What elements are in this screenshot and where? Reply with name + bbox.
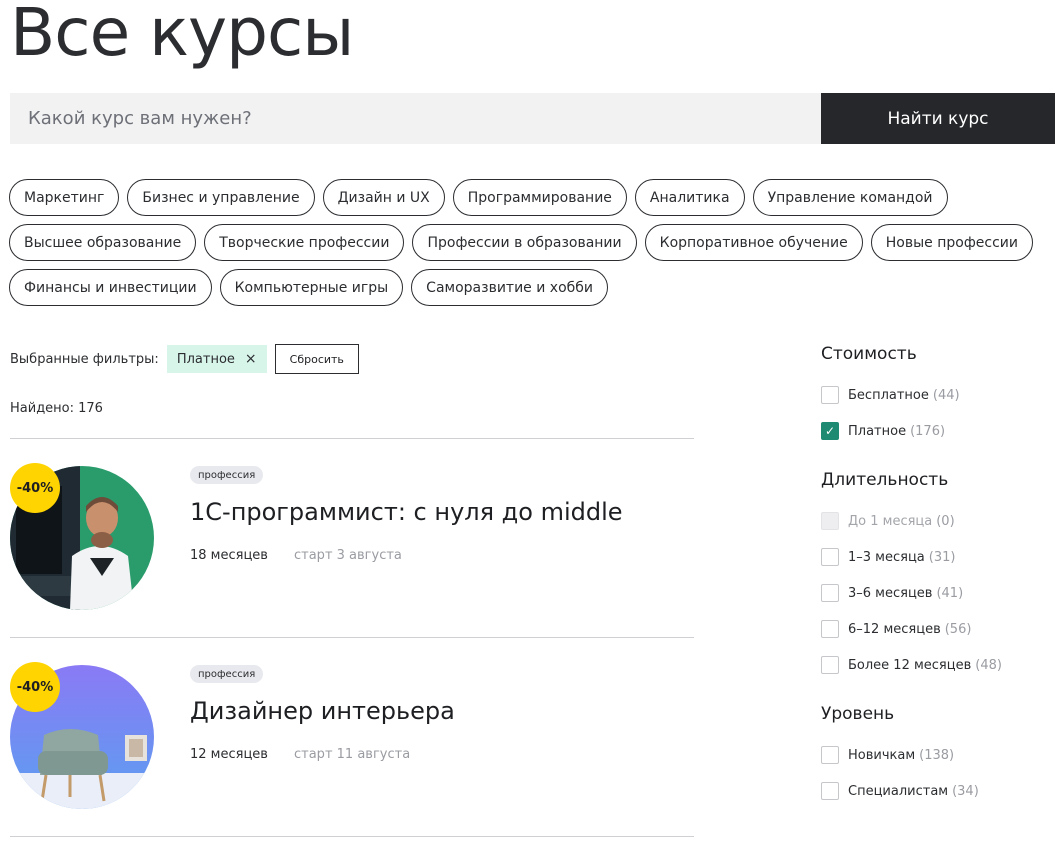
option-label: Платное	[848, 423, 907, 439]
option-count: (56)	[944, 621, 972, 637]
selected-filters: Выбранные фильтры: Платное × Сбросить	[10, 344, 359, 374]
course-card[interactable]: -40% профессия Дизайнер интерьера 12 мес…	[10, 662, 694, 825]
search-bar: Найти курс	[10, 93, 1055, 144]
option-label: 6–12 месяцев	[848, 621, 941, 637]
checkbox-checked[interactable]: ✓	[821, 422, 839, 440]
option-count: (34)	[952, 783, 979, 799]
category-row: Финансы и инвестиции Компьютерные игры С…	[9, 269, 1049, 306]
category-chip-new-professions[interactable]: Новые профессии	[870, 224, 1033, 261]
option-count: (31)	[928, 549, 956, 565]
course-start: старт 11 августа	[294, 747, 411, 762]
reset-button[interactable]: Сбросить	[274, 344, 359, 374]
duration-heading: Длительность	[821, 470, 949, 490]
course-start: старт 3 августа	[294, 548, 402, 563]
course-duration: 12 месяцев	[190, 747, 268, 762]
level-heading: Уровень	[821, 704, 895, 724]
checkbox[interactable]	[821, 620, 839, 638]
category-chip-hobby[interactable]: Саморазвитие и хобби	[411, 269, 608, 306]
discount-badge: -40%	[10, 463, 60, 513]
course-title[interactable]: 1С-программист: с нуля до middle	[190, 498, 623, 526]
category-chip-marketing[interactable]: Маркетинг	[9, 179, 120, 216]
category-chip-education-professions[interactable]: Профессии в образовании	[412, 224, 637, 261]
divider	[10, 836, 694, 837]
checkbox[interactable]	[821, 584, 839, 602]
checkbox[interactable]	[821, 782, 839, 800]
course-tag: профессия	[190, 466, 264, 484]
category-filters: Маркетинг Бизнес и управление Дизайн и U…	[9, 179, 1049, 314]
divider	[10, 438, 694, 439]
close-icon[interactable]: ×	[245, 351, 257, 367]
course-card[interactable]: -40% профессия 1С-программист: с нуля до…	[10, 463, 694, 626]
filter-option-3-6-months[interactable]: 3–6 месяцев (41)	[821, 575, 1051, 611]
category-chip-creative[interactable]: Творческие профессии	[204, 224, 405, 261]
category-chip-finance[interactable]: Финансы и инвестиции	[9, 269, 212, 306]
course-tag: профессия	[190, 665, 264, 683]
selected-filters-label: Выбранные фильтры:	[10, 351, 159, 367]
check-icon: ✓	[824, 424, 836, 438]
option-label: Бесплатное	[848, 387, 929, 403]
filter-option-beginners[interactable]: Новичкам (138)	[821, 737, 1051, 773]
option-label: 3–6 месяцев	[848, 585, 933, 601]
filter-option-paid[interactable]: ✓ Платное (176)	[821, 413, 1051, 449]
category-chip-higher-education[interactable]: Высшее образование	[9, 224, 197, 261]
search-button[interactable]: Найти курс	[821, 93, 1055, 144]
option-count: (0)	[936, 513, 955, 529]
checkbox[interactable]	[821, 746, 839, 764]
option-count: (44)	[932, 387, 960, 403]
active-filter-label: Платное	[176, 351, 235, 367]
filter-sidebar: Стоимость Бесплатное (44) ✓ Платное (176…	[821, 344, 1051, 809]
page-title: Все курсы	[10, 0, 354, 71]
category-chip-analytics[interactable]: Аналитика	[634, 179, 745, 216]
category-chip-programming[interactable]: Программирование	[452, 179, 627, 216]
option-label: Специалистам	[848, 783, 949, 799]
active-filter-chip[interactable]: Платное ×	[166, 345, 267, 373]
filter-option-1-3-months[interactable]: 1–3 месяца (31)	[821, 539, 1051, 575]
filter-option-under-1-month: До 1 месяца (0)	[821, 503, 1051, 539]
filter-option-free[interactable]: Бесплатное (44)	[821, 377, 1051, 413]
option-count: (41)	[936, 585, 964, 601]
option-count: (48)	[975, 657, 1002, 673]
option-label: 1–3 месяца	[848, 549, 925, 565]
checkbox[interactable]	[821, 548, 839, 566]
search-input[interactable]	[10, 93, 821, 144]
results-count: Найдено: 176	[10, 401, 103, 416]
category-chip-business[interactable]: Бизнес и управление	[127, 179, 315, 216]
checkbox-disabled	[821, 512, 839, 530]
category-chip-design[interactable]: Дизайн и UX	[322, 179, 445, 216]
category-chip-corporate[interactable]: Корпоративное обучение	[644, 224, 863, 261]
filter-option-over-12-months[interactable]: Более 12 месяцев (48)	[821, 647, 1051, 683]
option-count: (138)	[919, 747, 955, 763]
option-count: (176)	[910, 423, 946, 439]
option-label: Более 12 месяцев	[848, 657, 972, 673]
filter-option-6-12-months[interactable]: 6–12 месяцев (56)	[821, 611, 1051, 647]
checkbox[interactable]	[821, 386, 839, 404]
category-chip-games[interactable]: Компьютерные игры	[219, 269, 404, 306]
category-row: Маркетинг Бизнес и управление Дизайн и U…	[9, 179, 1049, 216]
category-row: Высшее образование Творческие профессии …	[9, 224, 1049, 261]
course-duration: 18 месяцев	[190, 548, 268, 563]
divider	[10, 637, 694, 638]
discount-badge: -40%	[10, 662, 60, 712]
checkbox[interactable]	[821, 656, 839, 674]
option-label: До 1 месяца	[848, 513, 933, 529]
option-label: Новичкам	[848, 747, 916, 763]
filter-option-specialists[interactable]: Специалистам (34)	[821, 773, 1051, 809]
category-chip-team-management[interactable]: Управление командой	[752, 179, 948, 216]
cost-heading: Стоимость	[821, 344, 917, 364]
course-title[interactable]: Дизайнер интерьера	[190, 697, 455, 725]
